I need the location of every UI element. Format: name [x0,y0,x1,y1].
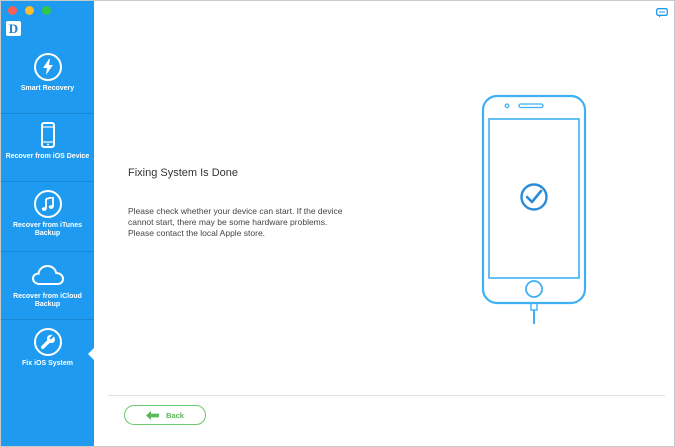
back-button-label: Back [166,410,184,420]
sidebar: D Smart Recovery Recover from iOS Device [1,1,95,446]
cloud-icon [30,261,66,289]
minimize-window-button[interactable] [25,6,34,15]
sidebar-item-smart-recovery[interactable]: Smart Recovery [1,53,94,93]
iphone-success-illustration [481,94,587,324]
sidebar-item-fix-ios-system[interactable]: Fix iOS System [1,328,94,368]
sidebar-item-label: Fix iOS System [22,360,73,367]
iphone-icon [34,121,62,149]
close-window-button[interactable] [8,6,17,15]
sidebar-item-label: Smart Recovery [20,85,75,92]
sidebar-item-label: Recover from iOS Device [5,153,90,160]
maximize-window-button[interactable] [42,6,51,15]
sidebar-divider [1,181,94,182]
sidebar-divider [1,251,94,252]
sidebar-item-label: Recover from iTunes Backup [12,222,83,237]
back-arrow-icon [146,410,160,420]
status-message: Please check whether your device can sta… [128,206,343,238]
sidebar-item-recover-itunes-backup[interactable]: Recover from iTunes Backup [1,190,94,238]
active-item-pointer [88,347,95,361]
sidebar-item-label: Recover from iCloud Backup [13,293,82,308]
sidebar-item-recover-icloud-backup[interactable]: Recover from iCloud Backup [1,261,94,309]
footer-divider [108,395,665,396]
back-button[interactable]: Back [124,405,206,425]
sidebar-item-recover-ios-device[interactable]: Recover from iOS Device [1,121,94,161]
wrench-icon [33,328,62,356]
feedback-icon[interactable] [656,8,668,18]
sidebar-divider [1,319,94,320]
sidebar-divider [1,113,94,114]
window-controls [8,6,51,15]
app-logo: D [6,21,21,36]
app-window: D Smart Recovery Recover from iOS Device [0,0,675,447]
page-title: Fixing System Is Done [128,167,239,179]
music-note-icon [33,190,62,218]
lightning-icon [33,53,62,81]
